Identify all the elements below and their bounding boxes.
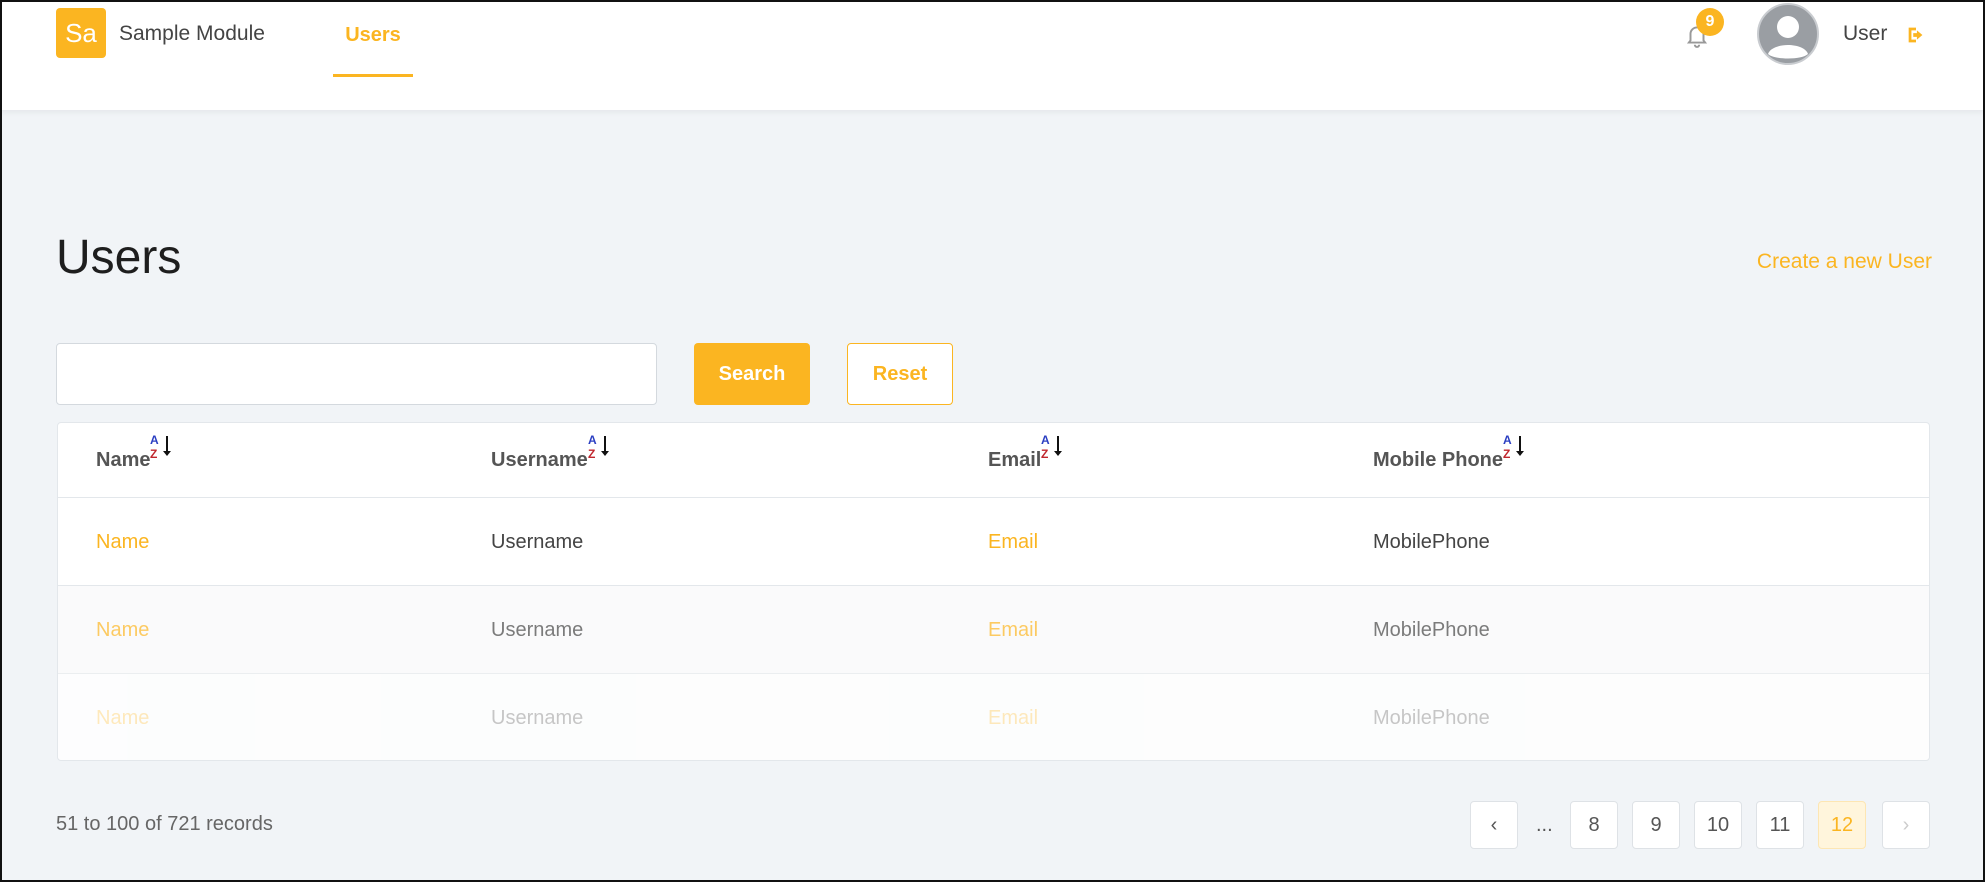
cell-email-link[interactable]: Email	[988, 674, 1038, 760]
page-button-12-active[interactable]: 12	[1818, 801, 1866, 849]
page-button-10[interactable]: 10	[1694, 801, 1742, 849]
svg-text:A: A	[1503, 433, 1512, 447]
svg-text:Z: Z	[588, 447, 595, 461]
page-button-11[interactable]: 11	[1756, 801, 1804, 849]
svg-text:A: A	[1041, 433, 1050, 447]
column-header-mobile-phone[interactable]: Mobile Phone A Z	[1373, 423, 1527, 498]
nav-tab-users[interactable]: Users	[333, 0, 413, 77]
cell-mobile-phone: MobilePhone	[1373, 619, 1490, 641]
table-row: Name Username Email MobilePhone	[58, 586, 1929, 674]
user-label[interactable]: User	[1843, 22, 1887, 46]
svg-text:A: A	[588, 433, 597, 447]
page-button-9[interactable]: 9	[1632, 801, 1680, 849]
reset-button[interactable]: Reset	[847, 343, 953, 405]
prev-page-button[interactable]: ‹	[1470, 801, 1518, 849]
search-input[interactable]	[56, 343, 657, 405]
page-title: Users	[56, 231, 182, 284]
cell-username: Username	[491, 707, 584, 729]
sort-az-icon[interactable]: AZ	[1503, 432, 1527, 462]
cell-name-link[interactable]: Name	[96, 674, 149, 760]
top-navbar: Sa Sample Module Users 9 User	[0, 0, 1985, 110]
sort-az-icon[interactable]: AZ	[150, 432, 174, 462]
search-button[interactable]: Search	[694, 343, 810, 405]
cell-name-link[interactable]: Name	[96, 498, 149, 586]
cell-username: Username	[491, 531, 584, 553]
page-button-8[interactable]: 8	[1570, 801, 1618, 849]
table-row: Name Username Email MobilePhone	[58, 498, 1929, 586]
table-header: Name A Z Username A Z Email A Z Mobile Phone A Z	[58, 423, 1929, 498]
records-count: 51 to 100 of 721 records	[56, 813, 273, 835]
column-header-username[interactable]: Username A Z	[491, 423, 612, 498]
table-row: Name Username Email MobilePhone	[58, 674, 1929, 760]
svg-text:Z: Z	[150, 447, 157, 461]
logout-icon[interactable]	[1905, 24, 1927, 46]
cell-mobile-phone: MobilePhone	[1373, 531, 1490, 553]
module-name[interactable]: Sample Module	[119, 22, 265, 46]
sort-az-icon[interactable]: AZ	[1041, 432, 1065, 462]
svg-text:Z: Z	[1503, 447, 1510, 461]
cell-mobile-phone: MobilePhone	[1373, 707, 1490, 729]
cell-email-link[interactable]: Email	[988, 498, 1038, 586]
notification-badge[interactable]: 9	[1696, 8, 1724, 36]
users-table: Name A Z Username A Z Email A Z Mobile Phone A Z…	[57, 422, 1930, 761]
column-header-email[interactable]: Email A Z	[988, 423, 1065, 498]
cell-email-link[interactable]: Email	[988, 586, 1038, 674]
create-user-link[interactable]: Create a new User	[1757, 250, 1932, 274]
next-page-button[interactable]: ›	[1882, 801, 1930, 849]
column-header-name[interactable]: Name A Z	[96, 423, 174, 498]
cell-name-link[interactable]: Name	[96, 586, 149, 674]
pagination: ‹ ... 8 9 10 11 12 ›	[1470, 801, 1930, 849]
svg-text:Z: Z	[1041, 447, 1048, 461]
app-logo[interactable]: Sa	[56, 8, 106, 58]
pagination-ellipsis: ...	[1536, 814, 1553, 836]
svg-text:A: A	[150, 433, 159, 447]
cell-username: Username	[491, 619, 584, 641]
avatar-icon[interactable]	[1756, 2, 1820, 66]
sort-az-icon[interactable]: AZ	[588, 432, 612, 462]
